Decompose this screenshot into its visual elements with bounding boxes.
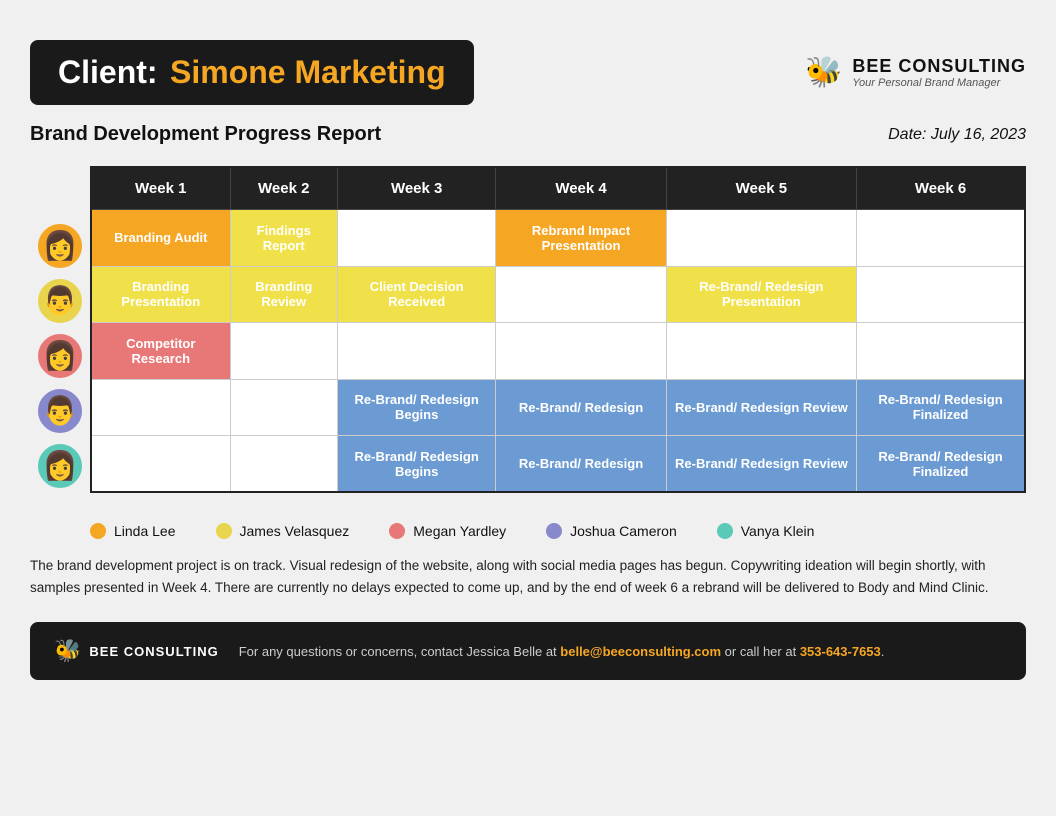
table-cell: Re-Brand/ Redesign Presentation [666, 266, 856, 323]
table-cell [496, 323, 666, 380]
footer-end-text: . [881, 644, 885, 659]
legend-item-vanya: Vanya Klein [717, 523, 815, 539]
table-row: Branding Audit Findings Report Rebrand I… [91, 210, 1025, 267]
table-cell [230, 379, 337, 436]
footer-mid-text: or call her at [721, 644, 800, 659]
legend-item-joshua: Joshua Cameron [546, 523, 677, 539]
table-cell: Findings Report [230, 210, 337, 267]
description-text: The brand development project is on trac… [30, 555, 1026, 598]
legend-dot-megan [389, 523, 405, 539]
footer-logo: 🐝 BEE CONSULTING [54, 638, 219, 664]
avatar-joshua: 👨 [38, 389, 82, 433]
avatar-cell-4: 👨 [30, 383, 90, 438]
tagline: Your Personal Brand Manager [852, 77, 1026, 89]
legend-label-joshua: Joshua Cameron [570, 523, 677, 539]
avatars-column: 👩 👨 👩 👨 👩 [30, 166, 90, 493]
col-week3: Week 3 [337, 167, 495, 210]
logo-text: BEE CONSULTING Your Personal Brand Manag… [852, 56, 1026, 89]
footer-company-name: BEE CONSULTING [89, 644, 218, 659]
avatar-cell-3: 👩 [30, 328, 90, 383]
legend-label-vanya: Vanya Klein [741, 523, 815, 539]
table-cell [857, 266, 1025, 323]
client-label: Client: [58, 54, 158, 90]
legend-label-megan: Megan Yardley [413, 523, 506, 539]
table-cell [230, 436, 337, 493]
avatar-james: 👨 [38, 279, 82, 323]
col-week6: Week 6 [857, 167, 1025, 210]
avatar-vanya: 👩 [38, 444, 82, 488]
table-cell: Branding Review [230, 266, 337, 323]
page: Client: Simone Marketing 🐝 BEE CONSULTIN… [30, 40, 1026, 680]
legend-dot-james [216, 523, 232, 539]
col-week5: Week 5 [666, 167, 856, 210]
table-cell: Re-Brand/ Redesign Finalized [857, 436, 1025, 493]
table-cell: Re-Brand/ Redesign Begins [337, 436, 495, 493]
table-cell [666, 210, 856, 267]
schedule-table: Week 1 Week 2 Week 3 Week 4 Week 5 Week … [90, 166, 1026, 493]
table-row: Branding Presentation Branding Review Cl… [91, 266, 1025, 323]
table-row: Re-Brand/ Redesign Begins Re-Brand/ Rede… [91, 436, 1025, 493]
subtitle-row: Brand Development Progress Report Date: … [30, 123, 1026, 146]
avatar-megan: 👩 [38, 334, 82, 378]
table-wrapper: 👩 👨 👩 👨 👩 [30, 166, 1026, 493]
table-cell [337, 210, 495, 267]
table-cell: Branding Presentation [91, 266, 230, 323]
avatar-linda: 👩 [38, 224, 82, 268]
footer-email[interactable]: belle@beeconsulting.com [560, 644, 721, 659]
table-cell: Client Decision Received [337, 266, 495, 323]
avatar-cell-2: 👨 [30, 273, 90, 328]
table-cell: Competitor Research [91, 323, 230, 380]
bee-icon: 🐝 [805, 55, 842, 90]
table-cell: Branding Audit [91, 210, 230, 267]
table-cell: Re-Brand/ Redesign Review [666, 436, 856, 493]
report-title: Brand Development Progress Report [30, 123, 381, 146]
table-row: Re-Brand/ Redesign Begins Re-Brand/ Rede… [91, 379, 1025, 436]
table-cell [496, 266, 666, 323]
table-cell [857, 323, 1025, 380]
footer: 🐝 BEE CONSULTING For any questions or co… [30, 622, 1026, 680]
table-cell: Re-Brand/ Redesign Begins [337, 379, 495, 436]
legend-item-megan: Megan Yardley [389, 523, 506, 539]
avatar-cell-5: 👩 [30, 438, 90, 493]
legend-label-james: James Velasquez [240, 523, 350, 539]
avatar-cell-1: 👩 [30, 218, 90, 273]
table-row: Competitor Research [91, 323, 1025, 380]
report-date: Date: July 16, 2023 [888, 126, 1026, 144]
legend-item-james: James Velasquez [216, 523, 350, 539]
table-cell [230, 323, 337, 380]
footer-phone[interactable]: 353-643-7653 [800, 644, 881, 659]
legend-dot-linda [90, 523, 106, 539]
table-cell [91, 436, 230, 493]
legend: Linda Lee James Velasquez Megan Yardley … [90, 523, 1026, 539]
table-cell [857, 210, 1025, 267]
table-cell: Rebrand Impact Presentation [496, 210, 666, 267]
logo-area: 🐝 BEE CONSULTING Your Personal Brand Man… [805, 55, 1026, 90]
legend-label-linda: Linda Lee [114, 523, 176, 539]
footer-contact-text: For any questions or concerns, contact J… [239, 644, 561, 659]
table-header-row: Week 1 Week 2 Week 3 Week 4 Week 5 Week … [91, 167, 1025, 210]
table-cell [666, 323, 856, 380]
table-cell: Re-Brand/ Redesign Review [666, 379, 856, 436]
legend-dot-vanya [717, 523, 733, 539]
table-cell [91, 379, 230, 436]
client-name: Simone Marketing [170, 54, 446, 90]
col-week2: Week 2 [230, 167, 337, 210]
col-week1: Week 1 [91, 167, 230, 210]
table-cell: Re-Brand/ Redesign [496, 379, 666, 436]
company-name: BEE CONSULTING [852, 56, 1026, 77]
title-box: Client: Simone Marketing [30, 40, 474, 105]
header: Client: Simone Marketing 🐝 BEE CONSULTIN… [30, 40, 1026, 105]
footer-contact: For any questions or concerns, contact J… [239, 644, 885, 659]
legend-dot-joshua [546, 523, 562, 539]
footer-bee-icon: 🐝 [54, 638, 81, 664]
col-week4: Week 4 [496, 167, 666, 210]
table-cell: Re-Brand/ Redesign [496, 436, 666, 493]
table-cell [337, 323, 495, 380]
legend-item-linda: Linda Lee [90, 523, 176, 539]
table-cell: Re-Brand/ Redesign Finalized [857, 379, 1025, 436]
